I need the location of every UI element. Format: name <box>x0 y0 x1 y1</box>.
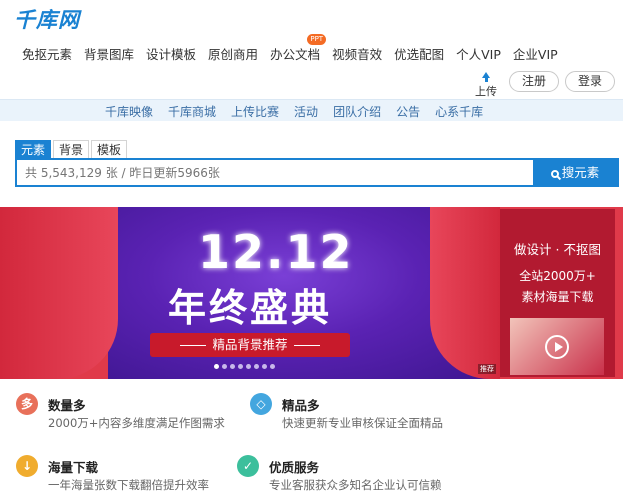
side-ad-line1: 全站2000万+ <box>519 269 596 283</box>
search-input[interactable] <box>17 160 535 185</box>
feature-quality-desc: 快速更新专业审核保证全面精品 <box>282 416 443 430</box>
ppt-badge: PPT <box>307 34 327 45</box>
banner-dot[interactable] <box>238 364 243 369</box>
ad-badge: 推荐 <box>478 364 496 374</box>
banner-ribbon-label: 精品背景推荐 <box>212 337 288 352</box>
diamond-icon: ◇ <box>250 393 272 415</box>
banner-dot[interactable] <box>230 364 235 369</box>
banner-curtain-left <box>0 207 118 379</box>
subnav-item-mall[interactable]: 千库商城 <box>168 103 216 120</box>
banner-title: 年终盛典 <box>168 286 333 330</box>
search-button[interactable]: 搜元素 <box>533 160 617 185</box>
nav-item-office-docs[interactable]: 办公文档 PPT <box>270 34 327 63</box>
search-icon <box>550 170 559 178</box>
register-button[interactable]: 注册 <box>509 71 559 92</box>
nav-item-enterprise-vip[interactable]: 企业VIP <box>513 44 558 63</box>
service-icon: ✓ <box>237 455 259 477</box>
tab-elements[interactable]: 元素 <box>15 140 52 158</box>
feature-quality-title: 精品多 <box>282 398 320 413</box>
search-button-label: 搜元素 <box>561 165 600 180</box>
banner-dot[interactable] <box>246 364 251 369</box>
banner-dot[interactable] <box>270 364 275 369</box>
subnav-item-image[interactable]: 千库映像 <box>105 103 153 120</box>
feature-download-desc: 一年海量张数下载翻倍提升效率 <box>48 478 209 492</box>
feature-service-title: 优质服务 <box>269 460 320 475</box>
feature-quantity-title: 数量多 <box>48 398 86 413</box>
play-icon <box>545 335 569 359</box>
tab-backgrounds[interactable]: 背景 <box>53 140 90 158</box>
tab-templates[interactable]: 模板 <box>91 140 128 158</box>
nav-item-original-commercial[interactable]: 原创商用 <box>208 44 258 63</box>
nav-item-design-templates[interactable]: 设计模板 <box>146 44 196 63</box>
banner-dot[interactable] <box>262 364 267 369</box>
subnav-item-events[interactable]: 活动 <box>294 103 318 120</box>
banner-dot[interactable] <box>214 364 219 369</box>
side-ad-title: 做设计 · 不抠图 <box>514 242 601 257</box>
side-ad-video-thumbnail[interactable] <box>510 318 604 375</box>
subnav-item-announcements[interactable]: 公告 <box>396 103 420 120</box>
feature-quantity-icon: 多 <box>16 393 38 415</box>
site-logo[interactable]: 千库网 <box>14 4 80 34</box>
feature-service-desc: 专业客服获众多知名企业认可信赖 <box>269 478 442 492</box>
banner-curtain-right <box>430 207 500 379</box>
banner-dot[interactable] <box>222 364 227 369</box>
nav-item-personal-vip[interactable]: 个人VIP <box>456 44 501 63</box>
nav-item-backgrounds[interactable]: 背景图库 <box>84 44 134 63</box>
nav-item-selected-images[interactable]: 优选配图 <box>394 44 444 63</box>
banner-ribbon: 精品背景推荐 <box>150 333 350 357</box>
nav-item-office-docs-label: 办公文档 <box>270 47 321 62</box>
search-tabs: 元素 背景 模板 <box>15 140 129 158</box>
search-bar: 搜元素 <box>15 158 619 187</box>
nav-item-free-elements[interactable]: 免抠元素 <box>22 44 72 63</box>
side-ad[interactable]: 做设计 · 不抠图 全站2000万+ 素材海量下载 <box>500 209 615 377</box>
subnav-item-care[interactable]: 心系千库 <box>435 103 483 120</box>
upload-button[interactable]: 上传 <box>474 72 498 99</box>
main-nav: 免抠元素 背景图库 设计模板 原创商用 办公文档 PPT 视频音效 优选配图 个人… <box>22 34 570 63</box>
login-button[interactable]: 登录 <box>565 71 615 92</box>
side-ad-line2: 素材海量下载 <box>521 290 594 304</box>
feature-download-title: 海量下载 <box>48 460 99 475</box>
feature-quantity-desc: 2000万+内容多维度满足作图需求 <box>48 416 225 430</box>
nav-item-video-audio[interactable]: 视频音效 <box>332 44 382 63</box>
download-icon: ↓ <box>16 455 38 477</box>
banner-headline: 12.12 <box>198 225 354 279</box>
upload-label: 上传 <box>475 85 497 98</box>
subnav-item-upload-contest[interactable]: 上传比赛 <box>231 103 279 120</box>
banner-dot[interactable] <box>254 364 259 369</box>
banner-pagination <box>214 364 275 369</box>
upload-icon-stem <box>484 78 488 82</box>
subnav-item-team[interactable]: 团队介绍 <box>333 103 381 120</box>
sub-nav: 千库映像 千库商城 上传比赛 活动 团队介绍 公告 心系千库 <box>0 99 623 121</box>
